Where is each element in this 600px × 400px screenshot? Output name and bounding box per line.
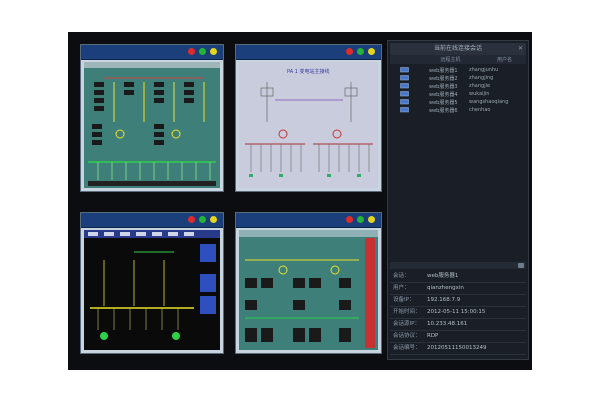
maximize-dot-icon[interactable] xyxy=(199,216,206,223)
monitor-icon xyxy=(400,67,409,73)
minimize-dot-icon[interactable] xyxy=(368,216,375,223)
session-table-header: 远程主机 用户名 xyxy=(390,55,526,64)
maximize-dot-icon[interactable] xyxy=(357,216,364,223)
detail-row: 会话协议： RDP xyxy=(390,331,526,343)
window-titlebar[interactable] xyxy=(81,45,223,60)
list-item[interactable]: web服务器3 zhangjie xyxy=(390,82,526,90)
session-list: web服务器1 zhangjunhu web服务器2 zhangjing web服务… xyxy=(388,66,528,114)
detail-row: 会话源IP： 10.233.48.161 xyxy=(390,319,526,331)
window-titlebar[interactable] xyxy=(81,213,223,228)
scada-screen-1 xyxy=(84,62,220,188)
window-titlebar[interactable] xyxy=(236,213,381,228)
window-titlebar[interactable] xyxy=(236,45,381,60)
scada-screen-4 xyxy=(239,230,378,350)
detail-row: 会话编号： 20120511150013249 xyxy=(390,343,526,355)
maximize-dot-icon[interactable] xyxy=(199,48,206,55)
session-window-2[interactable]: PA 1 变电站主接线 xyxy=(235,44,382,192)
close-dot-icon[interactable] xyxy=(188,216,195,223)
detail-row: 用户： qianzhengxin xyxy=(390,283,526,295)
scada-screen-2: PA 1 变电站主接线 xyxy=(239,62,378,188)
monitor-icon xyxy=(400,99,409,105)
list-item[interactable]: web服务器6 chenhao xyxy=(390,106,526,114)
detail-row: 会话： web服务器1 xyxy=(390,271,526,283)
collapse-icon[interactable] xyxy=(518,263,524,268)
close-icon[interactable]: ✕ xyxy=(518,43,523,55)
scada-screen-3 xyxy=(84,230,220,350)
substation-diagram-4 xyxy=(239,230,378,350)
session-window-4[interactable] xyxy=(235,212,382,354)
column-header-user[interactable]: 用户名 xyxy=(497,56,512,64)
minimize-dot-icon[interactable] xyxy=(210,48,217,55)
panel-header: 当前在线连接会话 ✕ xyxy=(390,43,526,55)
close-dot-icon[interactable] xyxy=(346,216,353,223)
list-item[interactable]: web服务器1 zhangjunhu xyxy=(390,66,526,74)
list-item[interactable]: web服务器5 wangshaoqiang xyxy=(390,98,526,106)
monitor-icon xyxy=(400,83,409,89)
session-panel: 当前在线连接会话 ✕ 远程主机 用户名 web服务器1 zhangjunhu we… xyxy=(387,40,529,360)
substation-diagram-2 xyxy=(245,82,373,177)
diagram-title: PA 1 变电站主接线 xyxy=(287,69,330,75)
session-window-1[interactable] xyxy=(80,44,224,192)
detail-row: 设备IP： 192.168.7.9 xyxy=(390,295,526,307)
close-dot-icon[interactable] xyxy=(346,48,353,55)
panel-title: 当前在线连接会话 xyxy=(433,45,482,52)
list-item[interactable]: web服务器2 zhangjing xyxy=(390,74,526,82)
monitor-icon xyxy=(400,75,409,81)
minimize-dot-icon[interactable] xyxy=(210,216,217,223)
monitor-icon xyxy=(400,107,409,113)
monitor-icon xyxy=(400,91,409,97)
substation-diagram-1 xyxy=(84,62,220,188)
details-toolbar xyxy=(390,262,526,269)
close-dot-icon[interactable] xyxy=(188,48,195,55)
session-window-3[interactable] xyxy=(80,212,224,354)
detail-row: 开始时间： 2012-05-11 15:00:15 xyxy=(390,307,526,319)
minimize-dot-icon[interactable] xyxy=(368,48,375,55)
maximize-dot-icon[interactable] xyxy=(357,48,364,55)
substation-diagram-3 xyxy=(84,230,220,350)
list-item[interactable]: web服务器4 wukaijin xyxy=(390,90,526,98)
session-details: 会话： web服务器1 用户： qianzhengxin 设备IP： 192.168.… xyxy=(390,262,526,355)
column-header-host[interactable]: 远程主机 xyxy=(440,56,460,64)
